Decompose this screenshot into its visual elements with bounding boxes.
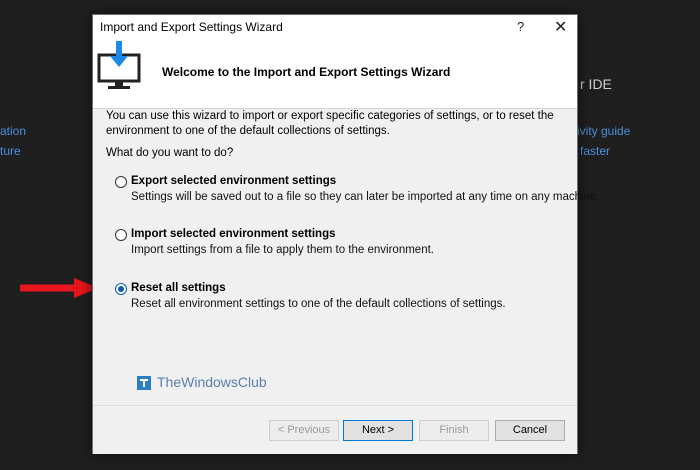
previous-button[interactable]: < Previous	[269, 420, 339, 441]
wizard-button-bar: < Previous Next > Finish Cancel	[93, 405, 577, 454]
watermark-logo-icon	[137, 376, 151, 390]
wizard-header-title: Welcome to the Import and Export Setting…	[162, 65, 451, 79]
question-label: What do you want to do?	[106, 147, 234, 159]
right-link-2[interactable]: faster	[580, 144, 610, 158]
import-radio[interactable]	[115, 229, 127, 241]
finish-button[interactable]: Finish	[419, 420, 489, 441]
wizard-header: Welcome to the Import and Export Setting…	[93, 38, 577, 109]
cancel-button[interactable]: Cancel	[495, 420, 565, 441]
settings-wizard-dialog: Import and Export Settings Wizard ? ✕ We…	[92, 14, 600, 454]
reset-radio[interactable]	[115, 283, 127, 295]
left-link-2[interactable]: ture	[0, 144, 21, 158]
right-link-1[interactable]: ivity guide	[577, 124, 630, 138]
ide-title-fragment: r IDE	[580, 76, 612, 92]
watermark-text: TheWindowsClub	[157, 374, 267, 390]
export-label: Export selected environment settings	[131, 175, 337, 187]
export-radio[interactable]	[115, 176, 127, 188]
left-link-1[interactable]: ation	[0, 124, 26, 138]
red-arrow-annotation	[20, 278, 98, 298]
import-label: Import selected environment settings	[131, 228, 336, 240]
close-button[interactable]: ✕	[554, 17, 567, 37]
next-button[interactable]: Next >	[343, 420, 413, 441]
intro-text: You can use this wizard to import or exp…	[106, 110, 554, 137]
reset-description: Reset all environment settings to one of…	[131, 298, 506, 310]
import-description: Import settings from a file to apply the…	[131, 244, 434, 256]
dialog-titlebar[interactable]: Import and Export Settings Wizard ? ✕	[93, 15, 577, 38]
dialog-title: Import and Export Settings Wizard	[100, 20, 283, 34]
wizard-content: You can use this wizard to import or exp…	[93, 109, 600, 453]
help-button[interactable]: ?	[517, 19, 524, 34]
export-description: Settings will be saved out to a file so …	[131, 191, 600, 203]
monitor-download-icon	[97, 41, 141, 89]
reset-label: Reset all settings	[131, 282, 226, 294]
